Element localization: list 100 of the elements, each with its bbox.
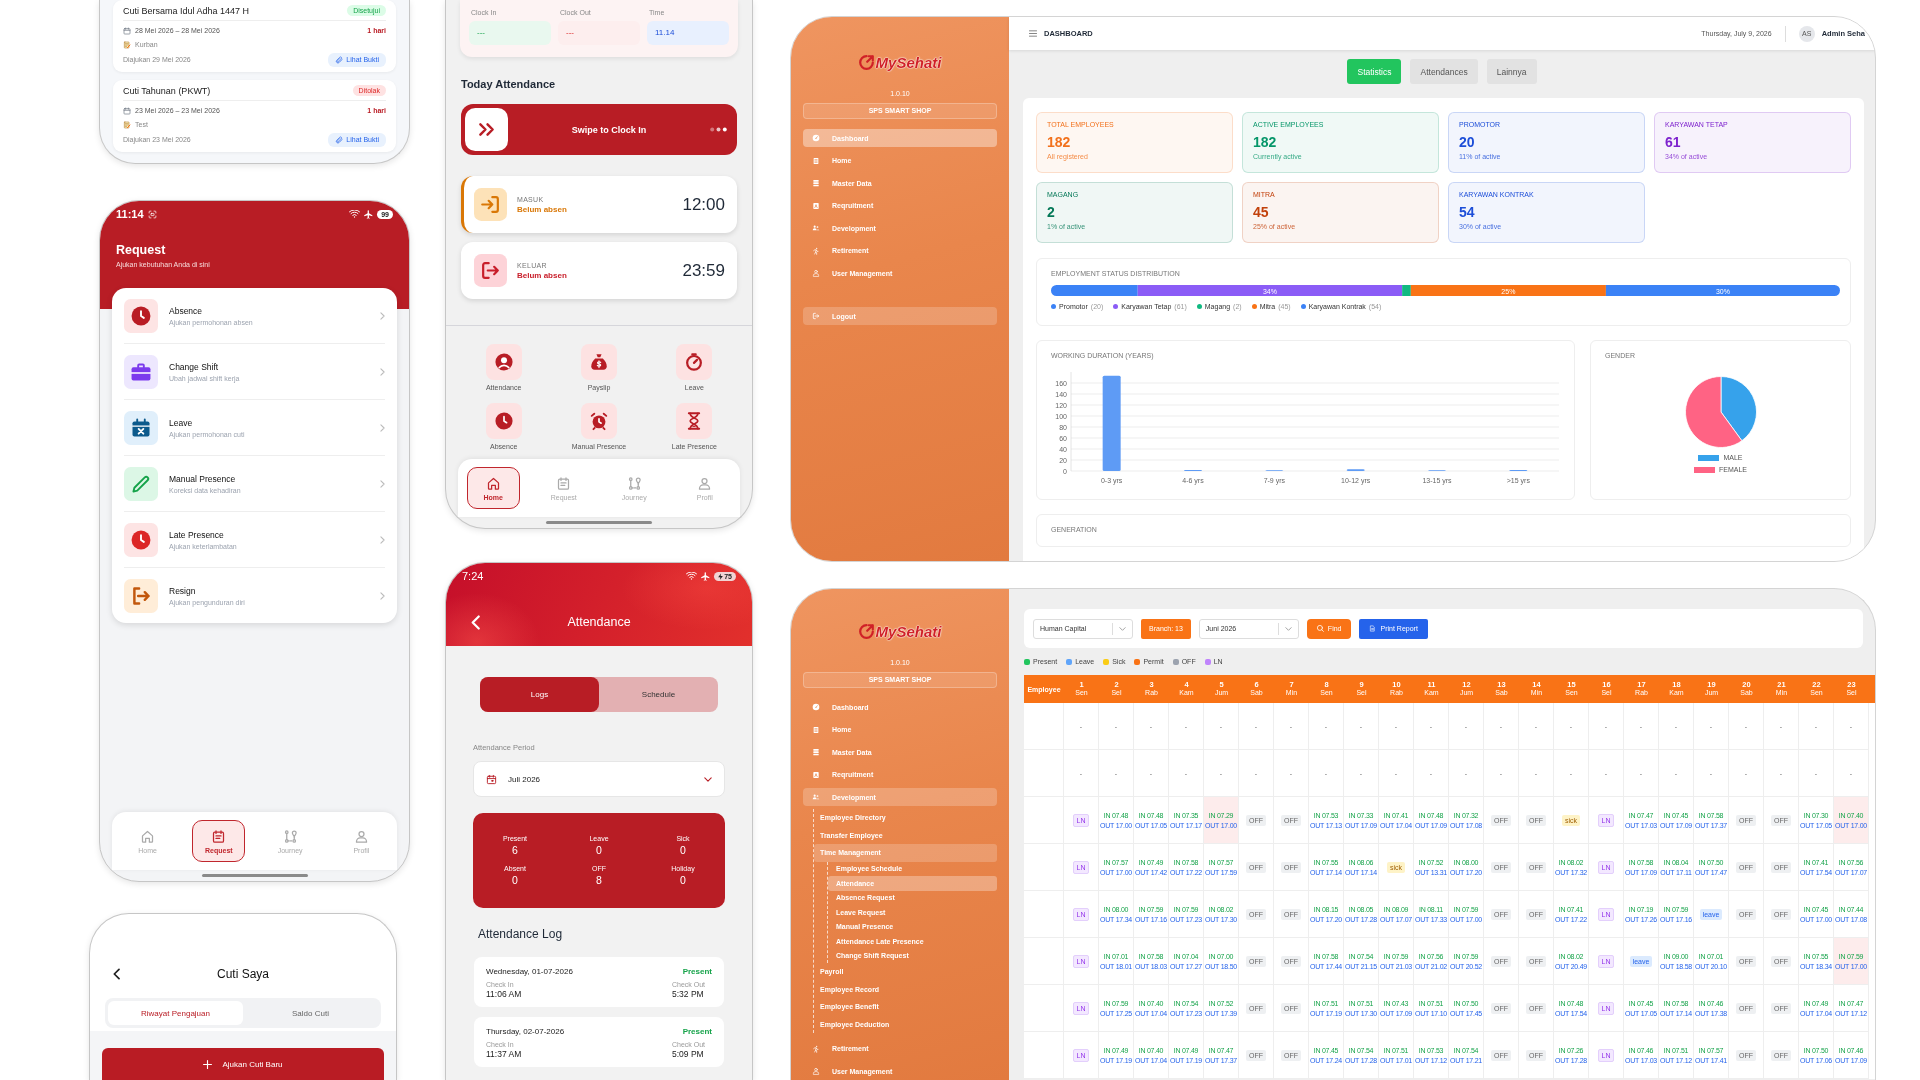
page-title: Request — [116, 243, 167, 257]
leave-type: Cuti Tahunan (PKWT) — [123, 85, 211, 96]
tab[interactable]: Riwayat Pengajuan — [108, 1001, 243, 1025]
menu-item-title[interactable]: Leave — [169, 417, 369, 428]
chevron-right-icon — [380, 591, 385, 600]
attendance-status: Belum absen — [517, 204, 567, 214]
menu-icon[interactable] — [1029, 30, 1037, 37]
stat-value: 182 — [1047, 134, 1072, 150]
alarm-clock-icon — [581, 403, 617, 439]
home-icon — [140, 828, 156, 844]
clock-icon — [485, 403, 522, 439]
tab[interactable]: Statistics — [1347, 59, 1402, 84]
document-icon — [812, 725, 820, 734]
stack-icon — [812, 748, 820, 756]
id-card-icon — [812, 201, 820, 210]
search-icon — [1316, 625, 1324, 632]
app-logo-text: MySehati — [875, 53, 942, 71]
log-date: Thursday, 02-07-2026 — [486, 1027, 566, 1036]
memo-icon — [123, 40, 131, 49]
plus-icon — [203, 1059, 213, 1069]
users-icon — [812, 793, 820, 801]
route-icon — [282, 828, 298, 844]
chevron-down-icon — [1119, 626, 1126, 631]
back-icon[interactable] — [113, 968, 120, 980]
timer-icon — [676, 344, 713, 380]
stat-value: 6 — [512, 844, 518, 856]
attendance-status: Present — [681, 1027, 712, 1036]
check-out-time: 5:32 PM — [672, 989, 705, 999]
stat-value: 0 — [680, 874, 686, 886]
hourglass-icon — [676, 403, 713, 439]
route-icon — [626, 475, 642, 491]
calendar-icon — [556, 475, 572, 491]
status-time: 7:24 — [462, 570, 484, 582]
stat-value: 61 — [1665, 134, 1682, 150]
logo-icon — [858, 54, 874, 70]
wifi-icon — [349, 210, 361, 218]
chevron-right-icon — [380, 479, 385, 488]
status-time: 11:14 — [116, 208, 144, 220]
menu-item-title[interactable]: Late Presence — [169, 529, 369, 540]
calendar-icon — [123, 26, 131, 35]
stat-value: 8 — [596, 874, 602, 886]
report-icon — [1369, 625, 1377, 632]
legend-swatch — [1698, 454, 1720, 461]
leave-type: Cuti Bersama Idul Adha 1447 H — [123, 5, 250, 16]
logout-icon — [812, 312, 820, 320]
menu-item-title[interactable]: Manual Presence — [169, 473, 369, 484]
chevron-right-icon — [380, 423, 385, 432]
memo-icon — [123, 120, 131, 129]
user-icon — [812, 1067, 820, 1075]
swipe-to-clock-in-slider[interactable]: Swipe to Clock In — [461, 104, 737, 155]
paperclip-icon — [335, 135, 344, 144]
chevron-right-icon — [380, 311, 385, 320]
slider-label: Swipe to Clock In — [570, 124, 648, 135]
menu-item-title[interactable]: Change Shift — [169, 361, 369, 372]
section-title: Attendance Log — [478, 927, 564, 941]
money-bag-icon — [581, 344, 617, 380]
calendar-icon — [123, 106, 131, 115]
tab[interactable]: Lainnya — [1486, 59, 1537, 84]
shift-time: 23:59 — [682, 260, 725, 281]
shift-time: 12:00 — [682, 194, 725, 215]
stat-value: 0 — [680, 844, 686, 856]
page-title: Attendance — [566, 615, 632, 629]
menu-item-title[interactable]: Absence — [169, 305, 369, 316]
log-date: Wednesday, 01-07-2026 — [486, 967, 574, 976]
tab[interactable]: Attendances — [1410, 59, 1478, 84]
stat-value: 2 — [1047, 204, 1056, 220]
airplane-icon — [364, 209, 374, 219]
attendance-status: Belum absen — [517, 270, 567, 280]
tab[interactable]: Logs — [480, 677, 599, 712]
gauge-icon — [812, 703, 820, 711]
period-dropdown[interactable]: Juli 2026 — [473, 761, 725, 797]
section-title: Today Attendance — [461, 78, 557, 91]
screenshot-icon — [147, 209, 157, 219]
legend-swatch — [1694, 466, 1715, 473]
gauge-icon — [812, 134, 820, 142]
chevron-down-icon — [1284, 626, 1292, 631]
stat-value: 182 — [1253, 134, 1278, 150]
home-icon — [485, 475, 501, 491]
menu-item-title[interactable]: Resign — [169, 585, 369, 596]
double-chevron-icon[interactable] — [465, 108, 508, 151]
stat-value: 54 — [1459, 204, 1476, 220]
id-card-icon — [812, 770, 820, 779]
chevron-right-icon — [380, 535, 385, 544]
wifi-icon — [686, 572, 698, 580]
user-icon — [812, 269, 820, 277]
check-in-time: 11:06 AM — [486, 989, 523, 999]
page-title: Cuti Saya — [216, 967, 270, 981]
running-person-icon — [812, 246, 820, 255]
chevron-right-icon — [380, 367, 385, 376]
new-leave-button[interactable]: Ajukan Cuti Baru — [102, 1048, 384, 1080]
stat-value: 20 — [1459, 134, 1476, 150]
stat-value: 0 — [512, 874, 518, 886]
stack-icon — [812, 179, 820, 187]
tab[interactable]: Saldo Cuti — [243, 1001, 378, 1025]
airplane-icon — [701, 571, 711, 581]
check-out-time: 5:09 PM — [672, 1049, 705, 1059]
time-value-field: 11.14 — [647, 21, 729, 45]
tab[interactable]: Schedule — [599, 677, 718, 712]
time-value-field: --- — [469, 21, 551, 45]
calendar-icon — [486, 773, 497, 785]
